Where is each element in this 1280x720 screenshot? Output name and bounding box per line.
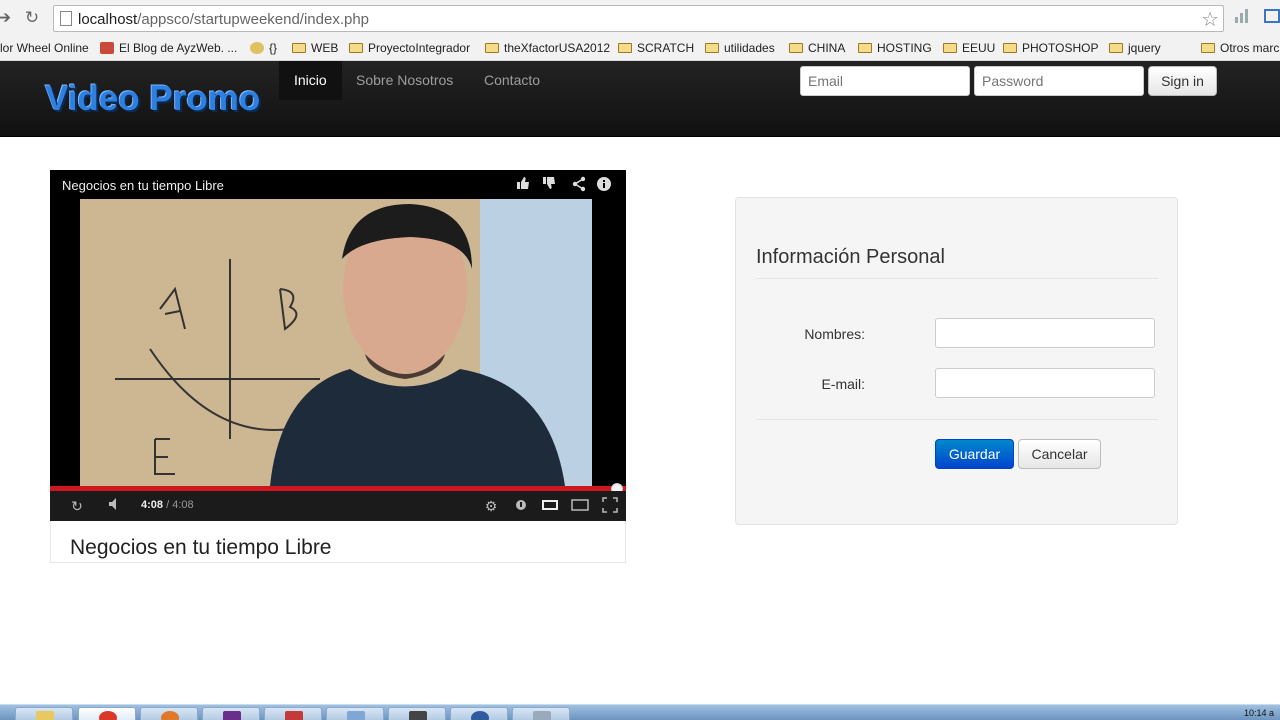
taskbar-visual-studio[interactable]: [202, 707, 260, 720]
video-thumbnail-image: [80, 199, 592, 486]
divider: [756, 278, 1158, 279]
app-icon: [533, 711, 551, 720]
menu-icon[interactable]: [1263, 8, 1280, 29]
form-legend: Información Personal: [756, 246, 945, 268]
folder-icon: [618, 43, 632, 53]
video-frame[interactable]: [80, 199, 592, 486]
video-title-bar: Negocios en tu tiempo Libre: [50, 170, 626, 199]
page: ➔ ↻ localhost/appsco/startupweekend/inde…: [0, 0, 1280, 720]
address-bar[interactable]: localhost/appsco/startupweekend/index.ph…: [53, 5, 1224, 32]
guardar-button[interactable]: Guardar: [935, 439, 1014, 469]
site-navbar: Video Promo Inicio Sobre Nosotros Contac…: [0, 61, 1280, 137]
email-input[interactable]: [935, 368, 1155, 398]
folder-icon: [1201, 43, 1215, 53]
bookmark-folder[interactable]: PHOTOSHOP: [1003, 38, 1098, 58]
forward-arrow-icon[interactable]: ➔: [0, 7, 14, 29]
folder-icon: [292, 43, 306, 53]
bookmark-folder[interactable]: HOSTING: [858, 38, 932, 58]
brand-logo[interactable]: Video Promo: [45, 79, 260, 119]
settings-gear-icon[interactable]: ⚙: [482, 497, 500, 515]
taskbar-app[interactable]: [512, 707, 570, 720]
chrome-icon: [99, 711, 117, 720]
eye-icon: [250, 42, 264, 54]
cancelar-button[interactable]: Cancelar: [1018, 439, 1101, 469]
taskbar-app[interactable]: [450, 707, 508, 720]
taskbar-app[interactable]: [326, 707, 384, 720]
video-player[interactable]: Negocios en tu tiempo Libre ↻ 4:08 / 4:0…: [50, 170, 626, 521]
folder-icon: [789, 43, 803, 53]
page-icon: [60, 11, 72, 26]
bookmark-folder[interactable]: theXfactorUSA2012: [485, 38, 610, 58]
thumbs-down-icon[interactable]: [540, 176, 558, 194]
fullscreen-icon[interactable]: [601, 497, 619, 515]
folder-icon: [943, 43, 957, 53]
taskbar-explorer[interactable]: [15, 707, 73, 720]
bookmark-item[interactable]: lor Wheel Online: [0, 38, 89, 58]
reload-icon[interactable]: ↻: [22, 7, 42, 29]
thumbs-up-icon[interactable]: [514, 176, 532, 194]
video-caption: Negocios en tu tiempo Libre: [50, 521, 626, 563]
taskbar-firefox[interactable]: [140, 707, 198, 720]
folder-icon: [705, 43, 719, 53]
app-icon: [471, 711, 489, 720]
system-clock[interactable]: 10:14 a: [1244, 708, 1274, 718]
folder-icon: [349, 43, 363, 53]
nombres-label: Nombres:: [804, 326, 865, 342]
bookmark-folder[interactable]: jquery: [1109, 38, 1161, 58]
url-text: localhost/appsco/startupweekend/index.ph…: [78, 11, 370, 28]
sign-in-button[interactable]: Sign in: [1148, 66, 1217, 96]
email-field[interactable]: [800, 66, 970, 96]
large-player-icon[interactable]: [571, 497, 589, 515]
video-title[interactable]: Negocios en tu tiempo Libre: [62, 178, 224, 193]
nav-sobre-nosotros[interactable]: Sobre Nosotros: [341, 61, 468, 100]
bookmark-star-icon[interactable]: ☆: [1201, 7, 1219, 32]
taskbar-sublime[interactable]: [388, 707, 446, 720]
bookmarks-bar: lor Wheel Online El Blog de AyzWeb. ... …: [0, 35, 1280, 61]
bookmark-item[interactable]: {}: [250, 38, 277, 58]
sublime-icon: [409, 711, 427, 720]
share-icon[interactable]: [570, 176, 588, 194]
bookmark-folder[interactable]: ProyectoIntegrador: [349, 38, 470, 58]
nombres-input[interactable]: [935, 318, 1155, 348]
annotations-icon[interactable]: [512, 497, 530, 515]
info-icon[interactable]: [595, 176, 613, 194]
bookmark-folder[interactable]: SCRATCH: [618, 38, 694, 58]
password-field[interactable]: [974, 66, 1144, 96]
volume-icon[interactable]: [107, 497, 125, 515]
taskbar-chrome[interactable]: [78, 707, 136, 720]
video-caption-title: Negocios en tu tiempo Libre: [70, 536, 332, 559]
personal-info-form: Información Personal Nombres: E-mail: Gu…: [735, 197, 1178, 525]
os-taskbar: 10:14 a: [0, 704, 1280, 720]
window-icon: [347, 711, 365, 720]
bookmark-folder[interactable]: CHINA: [789, 38, 845, 58]
bookmark-folder[interactable]: utilidades: [705, 38, 775, 58]
small-player-icon[interactable]: [541, 497, 559, 515]
divider: [756, 419, 1158, 420]
nav-inicio[interactable]: Inicio: [279, 61, 342, 100]
replay-icon[interactable]: ↻: [68, 497, 86, 515]
blog-icon: [100, 42, 114, 54]
folder-icon: [485, 43, 499, 53]
visual-studio-icon: [223, 711, 241, 720]
app-icon: [285, 711, 303, 720]
video-time: 4:08 / 4:08: [141, 499, 194, 511]
folder-icon: [1003, 43, 1017, 53]
folder-icon: [1109, 43, 1123, 53]
taskbar-app[interactable]: [264, 707, 322, 720]
video-controls: ↻ 4:08 / 4:08 ⚙: [50, 491, 626, 521]
email-label: E-mail:: [821, 376, 865, 392]
folder-icon: [36, 711, 54, 720]
bookmark-folder[interactable]: WEB: [292, 38, 338, 58]
browser-toolbar: ➔ ↻ localhost/appsco/startupweekend/inde…: [0, 0, 1280, 35]
bookmark-folder[interactable]: Otros marc: [1201, 38, 1279, 58]
folder-icon: [858, 43, 872, 53]
nav-contacto[interactable]: Contacto: [469, 61, 555, 100]
bookmark-item[interactable]: El Blog de AyzWeb. ...: [100, 38, 237, 58]
bookmark-folder[interactable]: EEUU: [943, 38, 995, 58]
firefox-icon: [161, 711, 179, 720]
signal-bars-icon[interactable]: [1233, 8, 1251, 27]
